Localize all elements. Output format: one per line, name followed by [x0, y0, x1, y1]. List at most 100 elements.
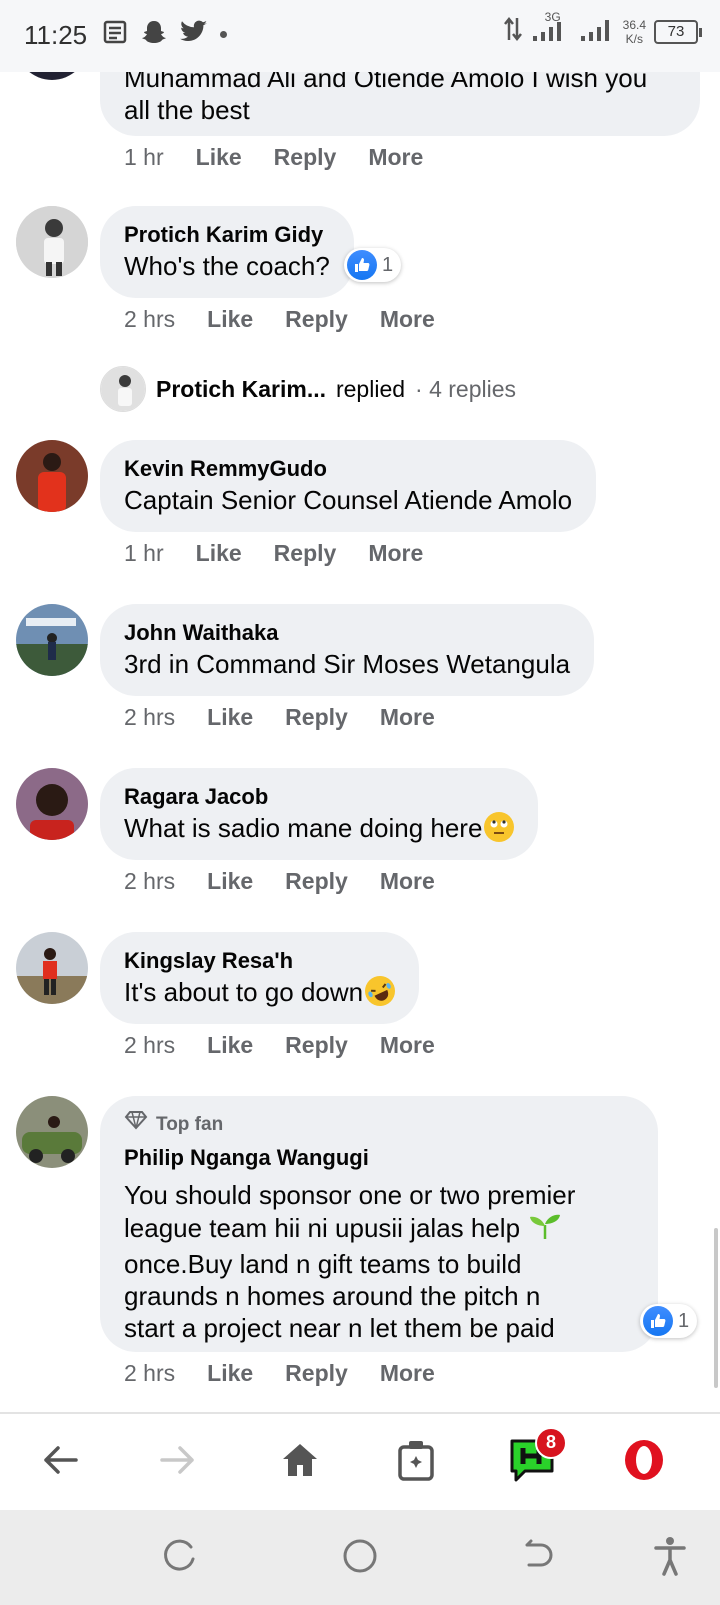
diamond-icon	[124, 1110, 148, 1139]
reply-button[interactable]: Reply	[274, 540, 337, 567]
arrow-right-icon	[160, 1445, 196, 1480]
reaction-count: 1	[382, 253, 394, 276]
home-button[interactable]	[272, 1434, 328, 1490]
more-button[interactable]: More	[380, 868, 435, 895]
rolling-laughing-emoji-icon	[365, 976, 396, 1006]
like-button[interactable]: Like	[207, 704, 253, 731]
reply-button[interactable]: Reply	[285, 1032, 348, 1059]
like-reaction-icon	[643, 1306, 673, 1336]
hype-button[interactable]: 8	[504, 1426, 567, 1490]
recents-icon	[163, 1539, 197, 1578]
more-button[interactable]: More	[380, 704, 435, 731]
battery-icon: 73	[654, 19, 702, 44]
like-button[interactable]: Like	[207, 1032, 253, 1059]
accessibility-button[interactable]	[648, 1536, 692, 1580]
speed-value: 36.4	[622, 17, 646, 32]
comment-author[interactable]: Kevin RemmyGudo	[124, 454, 572, 484]
comment-bubble: Kevin RemmyGudo Captain Senior Counsel A…	[100, 440, 597, 532]
comments-list: Muhammad Ali and Otiende Amolo I wish yo…	[0, 0, 720, 1412]
avatar[interactable]	[16, 440, 88, 512]
comment-line: You should sponsor one or two premier	[124, 1180, 576, 1210]
comment-actions: 1 hr Like Reply More	[124, 144, 423, 171]
like-button[interactable]: Like	[207, 1360, 253, 1387]
comment-bubble: John Waithaka 3rd in Command Sir Moses W…	[100, 604, 595, 696]
reply-button[interactable]: Reply	[274, 144, 337, 171]
comment-actions: 2 hrs Like Reply More	[124, 704, 435, 731]
comment-time: 2 hrs	[124, 868, 176, 894]
news-icon	[102, 19, 128, 50]
comment-time: 2 hrs	[124, 306, 176, 332]
status-bar: 11:25 3G 36.4 K/s 73	[0, 0, 720, 72]
avatar[interactable]	[16, 206, 88, 278]
comment-author[interactable]: Protich Karim Gidy	[124, 220, 330, 250]
forward-button[interactable]	[150, 1434, 206, 1490]
avatar[interactable]	[16, 768, 88, 840]
comment-text: Captain Senior Counsel Atiende Amolo	[124, 485, 573, 515]
back-button[interactable]	[32, 1434, 88, 1490]
reply-button[interactable]: Reply	[285, 704, 348, 731]
comment-author[interactable]: Philip Nganga Wangugi	[124, 1143, 634, 1173]
speed-unit: K/s	[625, 31, 643, 46]
home-nav-button[interactable]	[338, 1536, 382, 1580]
comment-text: You should sponsor one or two premier le…	[124, 1179, 634, 1344]
reply-author: Protich Karim...	[156, 375, 326, 402]
reaction-badge[interactable]: 1	[640, 1304, 698, 1338]
reply-button[interactable]: Reply	[285, 1360, 348, 1387]
reply-button[interactable]: Reply	[285, 306, 348, 333]
comment-bubble: Ragara Jacob What is sadio mane doing he…	[100, 768, 539, 860]
status-right: 3G 36.4 K/s 73	[503, 10, 702, 47]
reply-verb: replied	[335, 375, 406, 402]
comment-author[interactable]: Kingslay Resa'h	[124, 946, 395, 976]
more-button[interactable]: More	[368, 540, 423, 567]
reaction-badge[interactable]: 1	[344, 248, 402, 282]
back-nav-button[interactable]	[516, 1536, 560, 1580]
more-button[interactable]: More	[380, 1360, 435, 1387]
signal-icon	[579, 16, 615, 47]
reply-avatar	[100, 366, 146, 412]
reply-button[interactable]: Reply	[285, 868, 348, 895]
recents-button[interactable]	[158, 1536, 202, 1580]
comment-line: once.Buy land n gift teams to build	[124, 1249, 522, 1279]
home-icon	[281, 1442, 319, 1483]
avatar[interactable]	[16, 1096, 88, 1168]
more-button[interactable]: More	[368, 144, 423, 171]
network-type: 3G	[544, 10, 561, 24]
scrollbar[interactable]	[714, 1228, 718, 1388]
comment-author[interactable]: John Waithaka	[124, 618, 570, 648]
system-nav-bar	[0, 1510, 720, 1605]
tabs-icon	[397, 1439, 435, 1486]
more-button[interactable]: More	[380, 1032, 435, 1059]
comment-line: start a project near n let them be paid	[124, 1313, 555, 1343]
opera-logo-icon	[623, 1439, 665, 1486]
reply-count: · 4 replies	[415, 375, 517, 402]
comment-author[interactable]: Ragara Jacob	[124, 782, 514, 812]
reaction-count: 1	[678, 1309, 690, 1332]
avatar[interactable]	[16, 604, 88, 676]
comment-actions: 2 hrs Like Reply More	[124, 868, 435, 895]
opera-menu-button[interactable]	[616, 1434, 672, 1490]
comment-text: It's about to go down	[124, 976, 396, 1008]
like-button[interactable]: Like	[196, 144, 242, 171]
signal-3g-icon: 3G	[531, 10, 571, 47]
view-replies-link[interactable]: Protich Karim... replied · 4 replies	[100, 366, 516, 412]
comment-bubble: Top fan Philip Nganga Wangugi You should…	[100, 1096, 658, 1352]
like-button[interactable]: Like	[196, 540, 242, 567]
battery-level: 73	[667, 23, 685, 40]
notification-badge: 8	[535, 1426, 567, 1459]
comment-actions: 2 hrs Like Reply More	[124, 306, 435, 333]
comment-actions: 2 hrs Like Reply More	[124, 1032, 435, 1059]
like-button[interactable]: Like	[207, 306, 253, 333]
tabs-button[interactable]	[388, 1434, 444, 1490]
status-time: 11:25	[24, 20, 88, 50]
comment-line: graunds n homes around the pitch n	[124, 1281, 541, 1311]
avatar[interactable]	[16, 932, 88, 1004]
comment-text: Who's the coach?	[124, 251, 330, 281]
comment-actions: 2 hrs Like Reply More	[124, 1360, 435, 1387]
network-speed: 36.4 K/s	[623, 18, 646, 46]
comment-actions: 1 hr Like Reply More	[124, 540, 423, 567]
comment-time: 2 hrs	[124, 1032, 176, 1058]
more-button[interactable]: More	[380, 306, 435, 333]
data-transfer-icon	[503, 16, 523, 47]
like-button[interactable]: Like	[207, 868, 253, 895]
top-fan-label: Top fan	[156, 1113, 224, 1135]
